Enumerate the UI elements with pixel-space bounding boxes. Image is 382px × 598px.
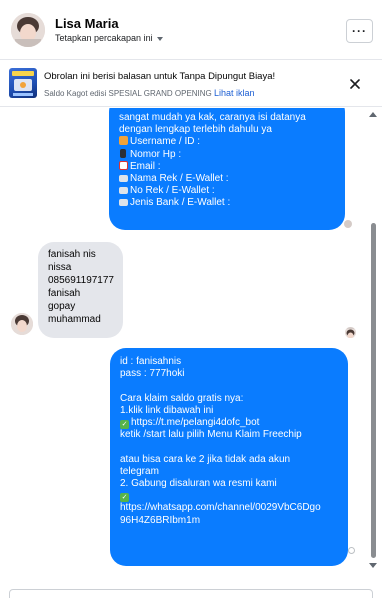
message-line-row: ✓: [120, 490, 338, 503]
credit-card-icon: [119, 187, 128, 195]
message-line: Cara klaim saldo gratis nya:: [120, 392, 244, 404]
message-line: gopay: [48, 301, 76, 312]
message-line: [120, 380, 338, 392]
whatsapp-link-cont[interactable]: 96H4Z6BRIbm1m: [120, 515, 338, 527]
whatsapp-link[interactable]: https://whatsapp.com/channel/0029VbC6Dgo: [120, 502, 338, 514]
message-line: Nama Rek / E-Wallet :: [130, 173, 229, 185]
message-line: sangat mudah ya kak, caranya isi datanya: [119, 112, 306, 123]
message-line: Email :: [130, 160, 161, 172]
message-line: atau bisa cara ke 2 jika tidak ada akun: [120, 453, 291, 465]
message-line: ketik /start lalu pilih Menu Klaim Freec…: [120, 429, 302, 441]
message-line: 1.klik link dibawah ini: [120, 404, 214, 416]
more-options-button[interactable]: ···: [346, 19, 373, 43]
message-line: Jenis Bank / E-Wallet :: [130, 197, 231, 209]
message-line: dengan lengkap terlebih dahulu ya: [119, 124, 272, 136]
message-line-row: Jenis Bank / E-Wallet :: [119, 197, 335, 209]
envelope-icon: [119, 160, 128, 170]
credit-card-icon: [119, 175, 128, 183]
message-line-row: Email :: [119, 160, 335, 173]
banner-subtitle: Saldo Kagot edisi SPESIAL GRAND OPENING: [44, 89, 212, 98]
view-ad-link[interactable]: Lihat iklan: [214, 88, 255, 98]
message-line: 085691197177: [48, 275, 114, 286]
close-icon: [350, 79, 360, 89]
message-line: fanisah nis: [48, 249, 96, 260]
banner-title: Obrolan ini berisi balasan untuk Tanpa D…: [44, 71, 276, 82]
incoming-message[interactable]: fanisah nis nissa 085691197177 fanisah g…: [38, 242, 123, 338]
input-numbers-icon: [119, 136, 128, 146]
message-line: [120, 441, 338, 453]
assign-conversation-dropdown[interactable]: Tetapkan percakapan ini: [55, 33, 163, 43]
message-line: No Rek / E-Wallet :: [130, 185, 215, 197]
scrollbar-thumb[interactable]: [371, 223, 376, 558]
ad-thumbnail: [9, 68, 37, 98]
message-line-row: Username / ID :: [119, 136, 335, 148]
message-line-row: Nama Rek / E-Wallet :: [119, 173, 335, 185]
conversation-header: Lisa Maria Tetapkan percakapan ini ···: [0, 0, 382, 60]
message-thread: sangat mudah ya kak, caranya isi datanya…: [0, 108, 366, 590]
message-line: id : fanisahnis: [120, 356, 182, 367]
mobile-phone-icon: [120, 148, 126, 158]
scroll-up-arrow-icon[interactable]: [369, 112, 377, 117]
message-line: muhammad: [48, 314, 101, 325]
message-line-row: Nomor Hp :: [119, 148, 335, 161]
caret-down-icon: [156, 36, 163, 41]
outgoing-message[interactable]: sangat mudah ya kak, caranya isi datanya…: [109, 108, 345, 230]
message-line: pass : 777hoki: [120, 368, 185, 380]
seen-avatar: [344, 220, 352, 228]
close-banner-button[interactable]: [350, 76, 360, 94]
chat-scrollbar[interactable]: [368, 108, 378, 590]
check-mark-button-icon: ✓: [120, 420, 129, 430]
ad-context-banner: Obrolan ini berisi balasan untuk Tanpa D…: [0, 61, 382, 107]
message-line-row: No Rek / E-Wallet :: [119, 185, 335, 197]
message-line-row: ✓ https://t.me/pelangi4dofc_bot: [120, 417, 338, 430]
credit-card-icon: [119, 199, 128, 207]
contact-name[interactable]: Lisa Maria: [55, 16, 119, 31]
sender-avatar: [11, 313, 33, 335]
message-composer[interactable]: [9, 589, 373, 598]
message-line: telegram: [120, 465, 159, 477]
outgoing-message[interactable]: id : fanisahnis pass : 777hoki Cara klai…: [110, 348, 348, 566]
contact-avatar[interactable]: [11, 13, 45, 47]
message-line: nissa: [48, 262, 72, 273]
sent-status-icon: [348, 547, 355, 554]
banner-subtitle-row: Saldo Kagot edisi SPESIAL GRAND OPENING …: [44, 88, 255, 98]
message-line: fanisah: [48, 288, 81, 299]
seen-avatar: [345, 327, 356, 338]
assign-conversation-label: Tetapkan percakapan ini: [55, 33, 153, 43]
scroll-down-arrow-icon[interactable]: [369, 563, 377, 568]
message-line: 2. Gabung disaluran wa resmi kami: [120, 478, 277, 490]
message-line: Username / ID :: [130, 136, 201, 148]
message-line: Nomor Hp :: [130, 148, 182, 160]
telegram-link[interactable]: https://t.me/pelangi4dofc_bot: [131, 417, 259, 428]
check-mark-button-icon: ✓: [120, 493, 129, 503]
